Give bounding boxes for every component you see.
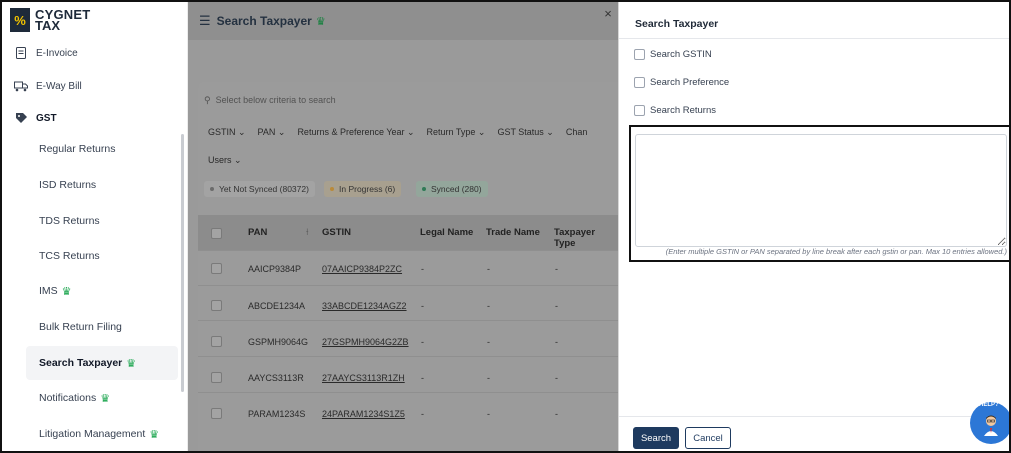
column-resize-handle[interactable]: ⟊ — [306, 227, 308, 238]
search-criteria-input[interactable]: ⚲ Select below criteria to search — [204, 95, 336, 106]
page-header: ☰ Search Taxpayer ♛ — [188, 2, 618, 40]
row-checkbox[interactable] — [211, 408, 222, 419]
sidebar-item-search-taxpayer[interactable]: Search Taxpayer ♛ — [26, 346, 178, 380]
search-returns-option[interactable]: Search Returns — [634, 105, 716, 116]
sidebar-scrollbar[interactable] — [181, 134, 184, 392]
sidebar-item-litigation-management[interactable]: Litigation Management ♛ — [26, 417, 178, 451]
search-icon: ⚲ — [204, 95, 211, 105]
gstin-pan-entry-area: (Enter multiple GSTIN or PAN separated b… — [629, 125, 1009, 262]
status-chip-in-progress[interactable]: In Progress (6) — [324, 181, 402, 197]
crown-icon: ♛ — [315, 15, 326, 28]
sidebar-item-isd-returns[interactable]: ISD Returns — [26, 168, 178, 202]
sidebar: % CYGNET TAX E-Invoice E-Way Bill GST Re… — [2, 2, 188, 451]
sidebar-item-ims[interactable]: IMS ♛ — [26, 274, 178, 308]
gstin-link[interactable]: 33ABCDE1234AGZ2 — [322, 301, 407, 311]
brand-logo[interactable]: % CYGNET TAX — [10, 8, 90, 32]
nav-item-gst[interactable]: GST — [14, 112, 57, 124]
filter-return-type[interactable]: Return Type ⌄ — [427, 127, 486, 138]
column-header-legal-name[interactable]: Legal Name — [420, 227, 473, 238]
nav-item-e-way-bill[interactable]: E-Way Bill — [14, 80, 82, 92]
row-checkbox[interactable] — [211, 300, 222, 311]
crown-icon: ♛ — [149, 428, 160, 441]
page-title: Search Taxpayer — [216, 14, 312, 28]
filter-chan[interactable]: Chan — [566, 127, 588, 138]
entry-hint: (Enter multiple GSTIN or PAN separated b… — [665, 247, 1007, 256]
crown-icon: ♛ — [100, 392, 111, 405]
search-gstin-checkbox[interactable] — [634, 49, 645, 60]
sidebar-item-notifications[interactable]: Notifications ♛ — [26, 381, 178, 415]
filter-year[interactable]: Returns & Preference Year ⌄ — [297, 127, 414, 138]
invoice-icon — [14, 47, 28, 59]
main-content-overlay: ☰ Search Taxpayer ♛ ⚲ Select below crite… — [188, 2, 628, 451]
sidebar-item-tds-returns[interactable]: TDS Returns — [26, 204, 178, 238]
gstin-link[interactable]: 07AAICP9384P2ZC — [322, 264, 402, 274]
gstin-link[interactable]: 27AAYCS3113R1ZH — [322, 373, 405, 383]
column-header-pan[interactable]: PAN — [248, 227, 267, 238]
select-all-checkbox[interactable] — [211, 228, 222, 239]
crown-icon: ♛ — [126, 357, 137, 370]
truck-icon — [14, 80, 28, 92]
search-preference-checkbox[interactable] — [634, 77, 645, 88]
search-returns-checkbox[interactable] — [634, 105, 645, 116]
close-panel-button[interactable]: × — [602, 6, 614, 21]
search-taxpayer-panel: Search Taxpayer Search GSTIN Search Pref… — [618, 2, 1009, 451]
status-chip-synced[interactable]: Synced (280) — [416, 181, 488, 197]
gstin-link[interactable]: 27GSPMH9064G2ZB — [322, 337, 409, 347]
search-button[interactable]: Search — [633, 427, 679, 449]
gstin-link[interactable]: 24PARAM1234S1Z5 — [322, 409, 405, 419]
filter-bar: GSTIN ⌄ PAN ⌄ Returns & Preference Year … — [208, 127, 599, 138]
filter-pan[interactable]: PAN ⌄ — [258, 127, 286, 138]
filter-users[interactable]: Users ⌄ — [208, 155, 242, 166]
divider — [619, 416, 1009, 417]
divider — [619, 38, 1009, 39]
sidebar-item-bulk-return-filing[interactable]: Bulk Return Filing — [26, 310, 178, 344]
search-gstin-option[interactable]: Search GSTIN — [634, 49, 712, 60]
row-checkbox[interactable] — [211, 336, 222, 347]
cygnet-logo-icon: % — [10, 8, 30, 32]
row-checkbox[interactable] — [211, 372, 222, 383]
help-label: HELP? — [979, 402, 999, 408]
help-avatar-icon — [984, 415, 998, 436]
gstin-pan-textarea[interactable] — [635, 134, 1007, 247]
column-header-taxpayer-type[interactable]: Taxpayer Type — [554, 227, 618, 249]
gst-icon — [14, 112, 28, 124]
filter-gst-status[interactable]: GST Status ⌄ — [497, 127, 553, 138]
status-chip-not-synced[interactable]: Yet Not Synced (80372) — [204, 181, 315, 197]
crown-icon: ♛ — [61, 285, 72, 298]
app-window: % CYGNET TAX E-Invoice E-Way Bill GST Re… — [0, 0, 1011, 453]
sidebar-item-regular-returns[interactable]: Regular Returns — [26, 132, 178, 166]
filter-gstin[interactable]: GSTIN ⌄ — [208, 127, 246, 138]
column-header-gstin[interactable]: GSTIN — [322, 227, 351, 238]
nav-item-e-invoice[interactable]: E-Invoice — [14, 47, 78, 59]
search-preference-option[interactable]: Search Preference — [634, 77, 729, 88]
column-header-trade-name[interactable]: Trade Name — [486, 227, 540, 238]
panel-title: Search Taxpayer — [635, 18, 719, 30]
hamburger-menu-icon[interactable]: ☰ — [199, 13, 211, 29]
row-checkbox[interactable] — [211, 263, 222, 274]
sidebar-item-tcs-returns[interactable]: TCS Returns — [26, 239, 178, 273]
cancel-button[interactable]: Cancel — [685, 427, 731, 449]
